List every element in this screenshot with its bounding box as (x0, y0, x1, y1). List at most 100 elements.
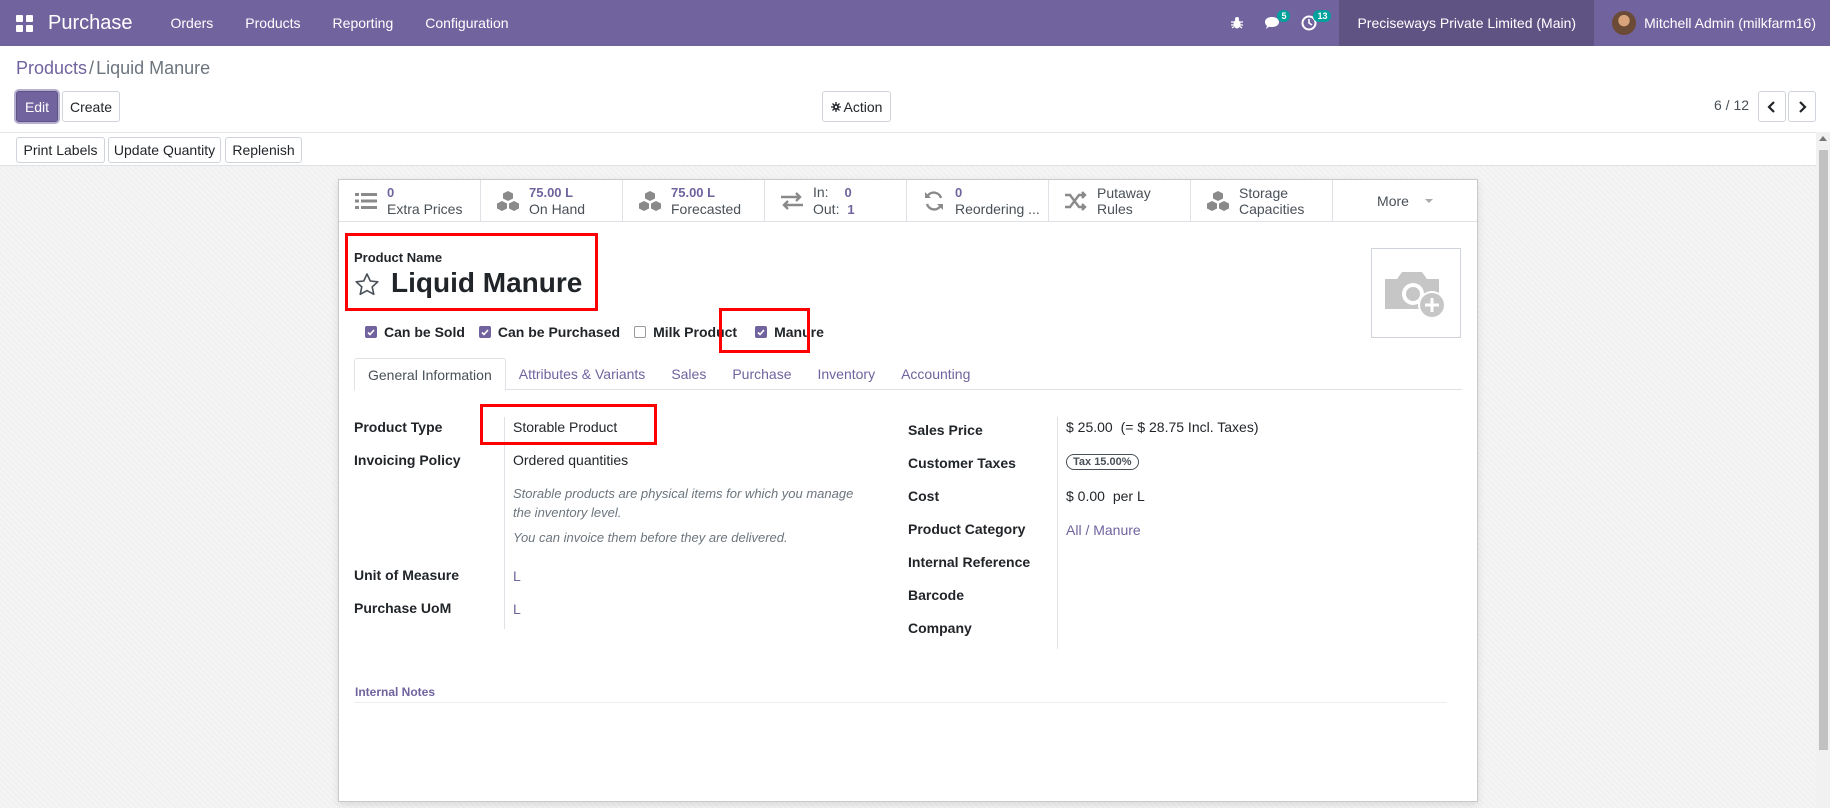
product-type-help-text: Storable products are physical items for… (513, 486, 854, 520)
tab-general-information[interactable]: General Information (354, 358, 506, 391)
internal-notes-label: Internal Notes (355, 685, 436, 699)
internal-reference-label: Internal Reference (908, 554, 1031, 570)
cost-unit: per L (1112, 488, 1145, 504)
pager-previous-button[interactable] (1758, 91, 1786, 122)
product-category-field[interactable]: All / Manure (1066, 522, 1141, 538)
breadcrumb: Products / Liquid Manure (16, 58, 210, 79)
cost-value: $ 0.00 (1066, 488, 1105, 504)
extra-prices-label: Extra Prices (387, 201, 463, 217)
tab-inventory[interactable]: Inventory (805, 358, 889, 390)
tab-purchase[interactable]: Purchase (719, 358, 804, 390)
on-hand-value: 75.00 L (529, 185, 574, 200)
tab-accounting[interactable]: Accounting (888, 358, 983, 390)
chevron-right-icon (1799, 100, 1807, 113)
unit-of-measure-field[interactable]: L (513, 568, 521, 584)
forecasted-button[interactable]: 75.00 L Forecasted (623, 180, 765, 222)
more-dropdown-button[interactable]: More (1333, 180, 1477, 221)
activities-clock-icon[interactable]: 13 (1291, 0, 1332, 46)
product-image-upload[interactable] (1371, 248, 1461, 338)
smart-button-box: 0 Extra Prices 75.00 L On Hand 75.00 L Fore… (339, 180, 1477, 222)
replenish-button[interactable]: Replenish (225, 137, 302, 163)
apps-menu-icon[interactable] (0, 0, 48, 46)
avatar (1612, 11, 1637, 35)
unit-of-measure-label: Unit of Measure (354, 567, 460, 583)
checkbox-checked-icon (365, 326, 377, 338)
tab-attributes-variants[interactable]: Attributes & Variants (506, 358, 659, 390)
highlight-box-product-type (480, 404, 657, 445)
create-button[interactable]: Create (62, 91, 120, 122)
tab-sales[interactable]: Sales (658, 358, 719, 390)
field-divider (504, 417, 505, 629)
internal-notes-field[interactable] (354, 702, 1447, 703)
in-out-moves-button[interactable]: In: 0 Out: 1 (765, 180, 907, 222)
camera-add-icon (1385, 272, 1446, 319)
cubes-icon (637, 188, 663, 214)
edit-button[interactable]: Edit (16, 91, 58, 122)
list-icon (353, 188, 379, 214)
barcode-label: Barcode (908, 587, 965, 603)
cost-label: Cost (908, 488, 940, 504)
form-sheet: 0 Extra Prices 75.00 L On Hand 75.00 L Fore… (338, 179, 1478, 802)
breadcrumb-products-link[interactable]: Products (16, 58, 87, 78)
out-label: Out: (813, 201, 840, 217)
sales-price-field[interactable]: $ 25.00 (= $ 28.75 Incl. Taxes) (1066, 419, 1258, 435)
storage-capacities-button[interactable]: Storage Capacities (1191, 180, 1333, 222)
menu-products[interactable]: Products (245, 15, 300, 31)
product-category-label: Product Category (908, 521, 1026, 537)
storage-line1: Storage (1239, 185, 1289, 201)
field-divider (1057, 417, 1058, 649)
scroll-thumb[interactable] (1819, 150, 1828, 750)
chevron-left-icon (1767, 100, 1775, 113)
customer-taxes-label: Customer Taxes (908, 455, 1016, 471)
cost-field[interactable]: $ 0.00 per L (1066, 488, 1145, 504)
vertical-scrollbar[interactable] (1816, 132, 1830, 808)
checkbox-checked-icon (478, 326, 491, 338)
purchase-uom-field[interactable]: L (513, 601, 521, 617)
gear-icon (830, 101, 841, 112)
in-value: 0 (844, 185, 852, 200)
print-labels-button[interactable]: Print Labels (16, 137, 105, 163)
menu-reporting[interactable]: Reporting (333, 15, 394, 31)
reordering-label: Reordering ... (955, 201, 1040, 217)
user-menu[interactable]: Mitchell Admin (milkfarm16) (1594, 0, 1830, 46)
storage-line2: Capacities (1239, 201, 1305, 217)
user-name: Mitchell Admin (milkfarm16) (1644, 15, 1816, 31)
invoicing-help-text: You can invoice them before they are del… (513, 530, 788, 545)
cubes-icon (1205, 188, 1231, 214)
can-be-sold-checkbox[interactable]: Can be Sold (365, 324, 465, 340)
breadcrumb-current: Liquid Manure (96, 58, 211, 78)
pager-value[interactable]: 6 / 12 (1714, 97, 1749, 113)
putaway-label: Putaway Rules (1097, 185, 1151, 217)
scroll-up-arrow-icon[interactable] (1819, 136, 1827, 141)
random-shuffle-icon (1063, 188, 1089, 214)
top-navbar: Purchase Orders Products Reporting Confi… (0, 0, 1830, 46)
extra-prices-button[interactable]: 0 Extra Prices (339, 180, 481, 222)
menu-configuration[interactable]: Configuration (425, 15, 508, 31)
company-switcher[interactable]: Preciseways Private Limited (Main) (1339, 0, 1595, 46)
can-be-sold-label: Can be Sold (384, 324, 465, 340)
messages-icon[interactable]: 5 (1255, 0, 1291, 46)
messages-badge: 5 (1277, 10, 1291, 22)
customer-tax-tag[interactable]: Tax 15.00% (1066, 454, 1139, 470)
app-name[interactable]: Purchase (48, 12, 133, 35)
invoicing-policy-field[interactable]: Ordered quantities (513, 452, 628, 468)
update-quantity-button[interactable]: Update Quantity (108, 137, 221, 163)
pager-next-button[interactable] (1788, 91, 1816, 122)
action-button[interactable]: Action (822, 91, 891, 122)
sales-price-value: $ 25.00 (1066, 419, 1113, 435)
can-be-purchased-checkbox[interactable]: Can be Purchased (478, 324, 620, 340)
highlight-box-manure (719, 308, 810, 353)
on-hand-label: On Hand (529, 201, 586, 217)
company-label: Company (908, 620, 972, 636)
on-hand-button[interactable]: 75.00 L On Hand (481, 180, 623, 222)
purchase-uom-label: Purchase UoM (354, 600, 452, 616)
reordering-rules-button[interactable]: 0 Reordering ... (907, 180, 1049, 222)
action-label: Action (843, 98, 883, 115)
putaway-rules-button[interactable]: Putaway Rules (1049, 180, 1191, 222)
debug-bug-icon[interactable] (1219, 0, 1255, 46)
reordering-value: 0 (955, 185, 963, 200)
activities-badge: 13 (1313, 10, 1332, 22)
menu-orders[interactable]: Orders (171, 15, 214, 31)
cubes-icon (495, 188, 521, 214)
extra-prices-value: 0 (387, 185, 395, 200)
